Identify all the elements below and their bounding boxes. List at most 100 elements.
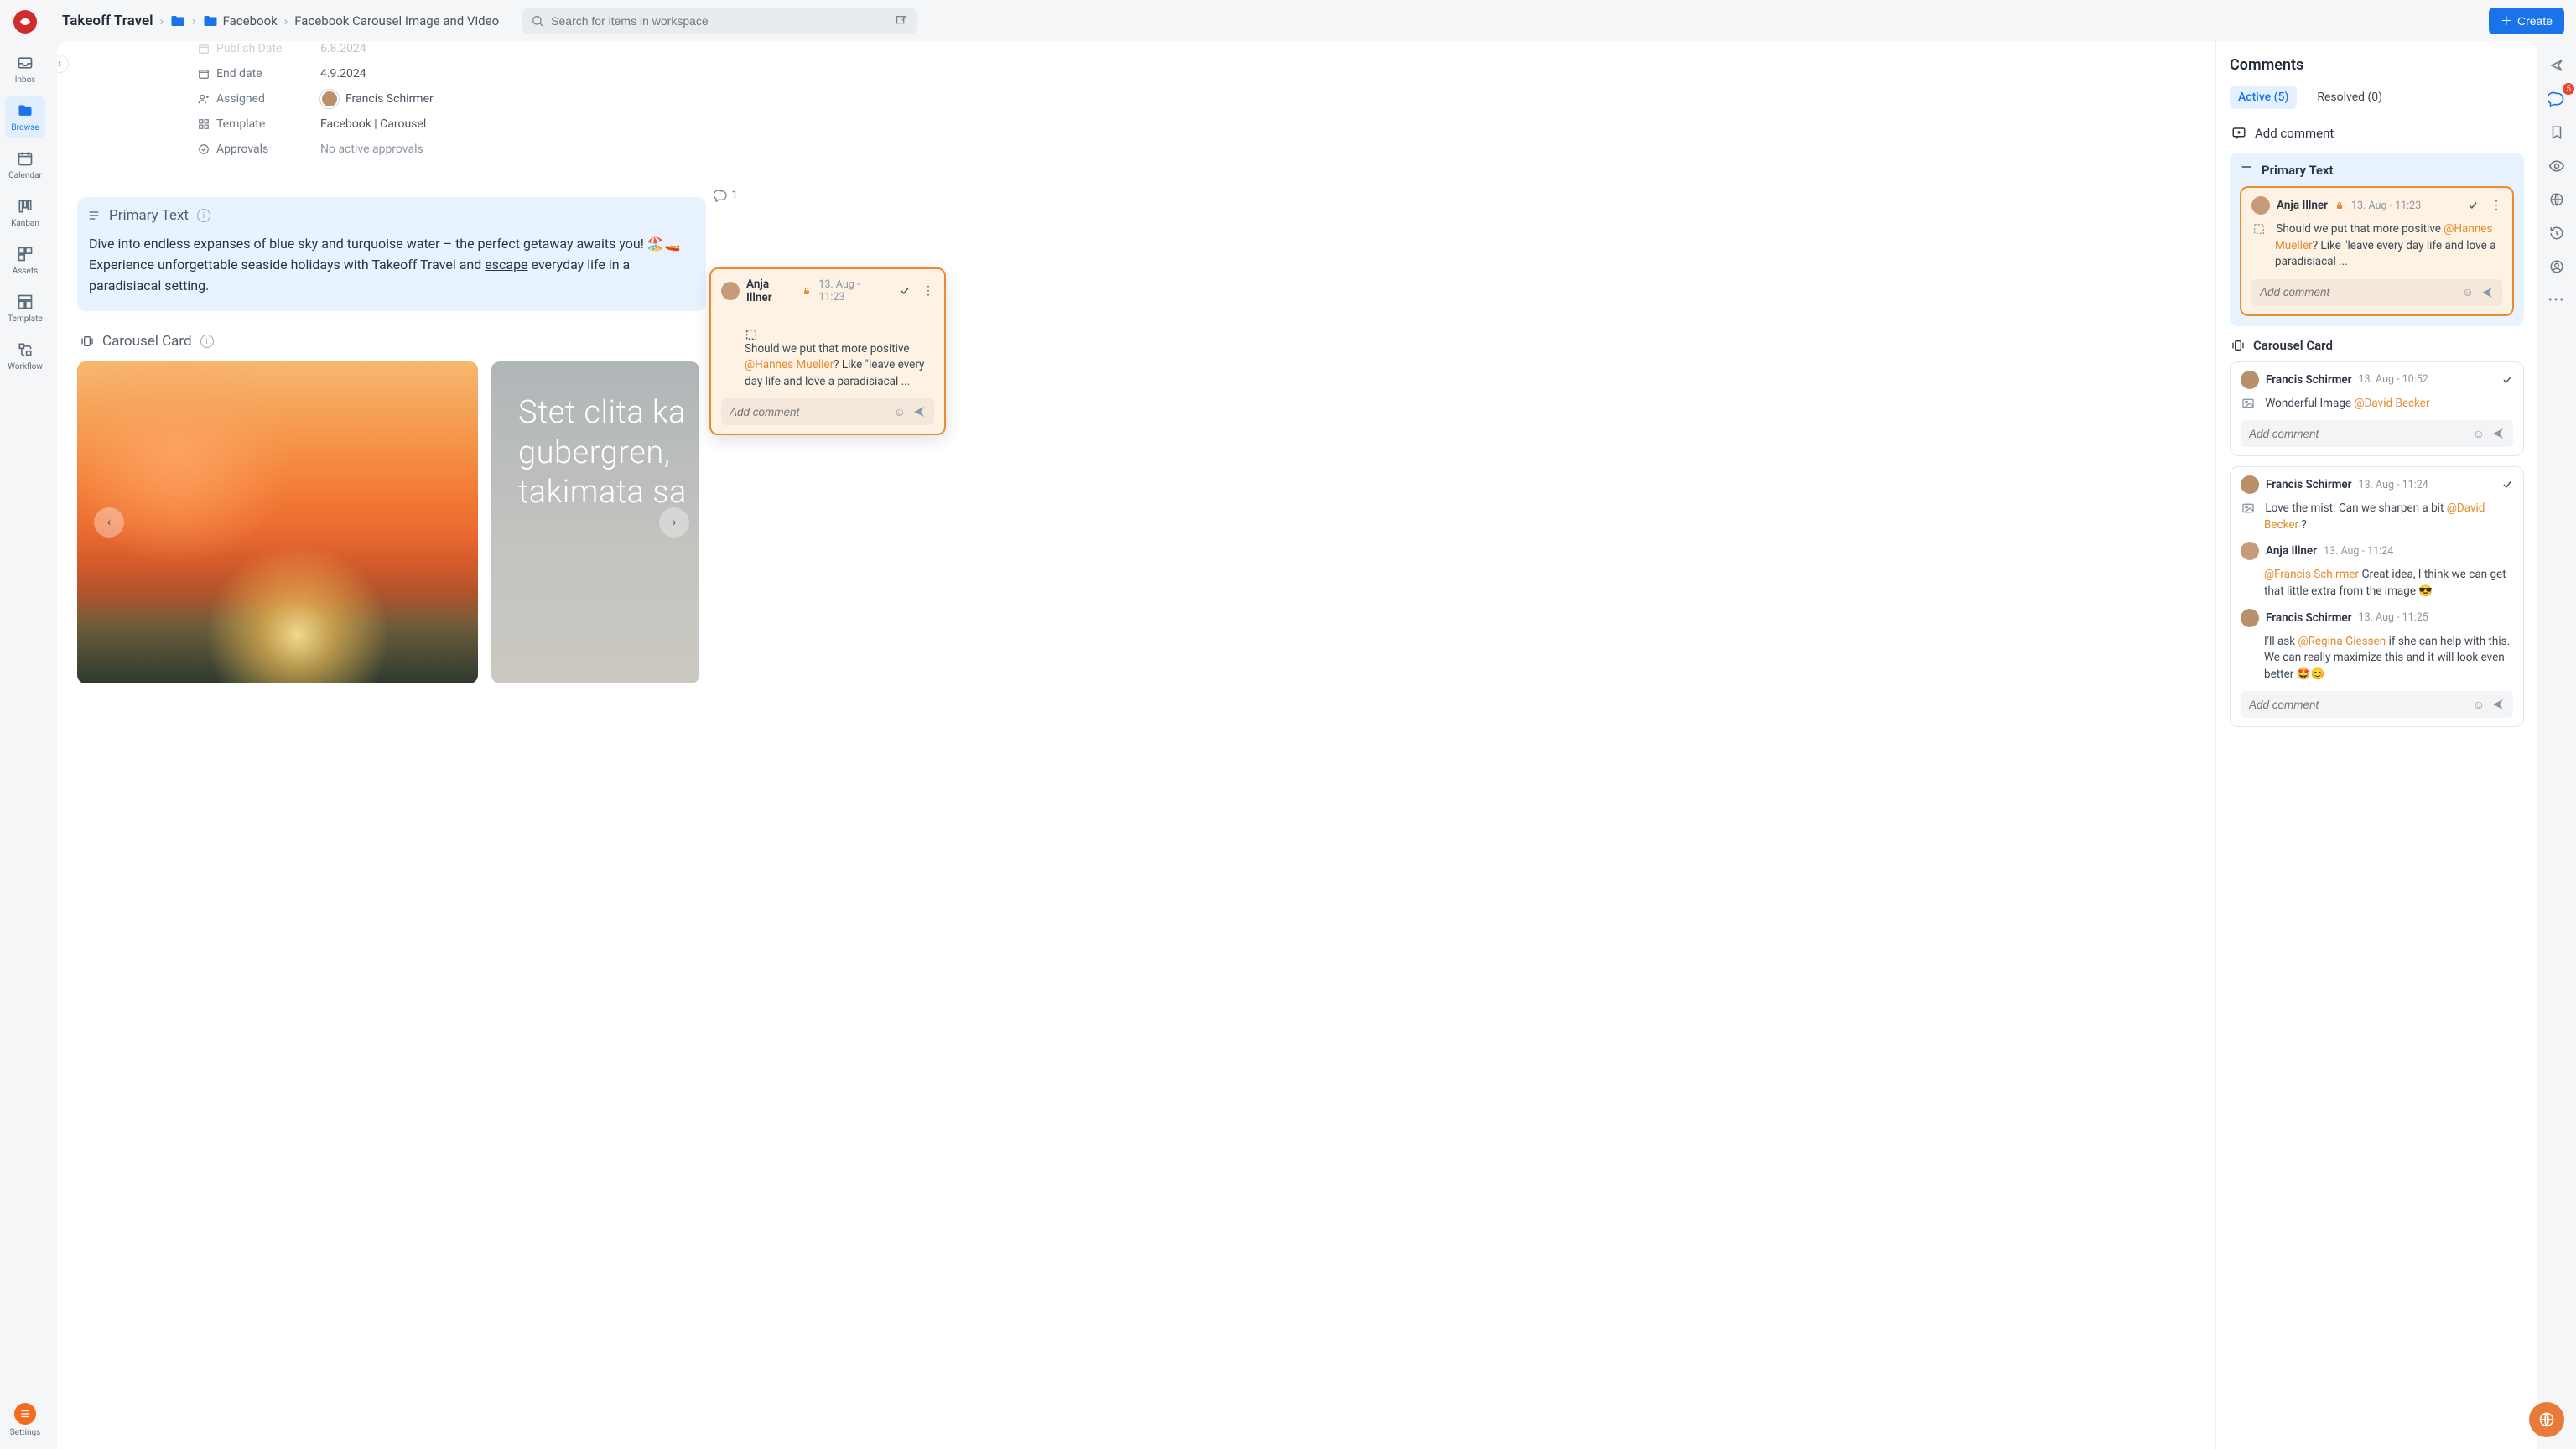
info-icon[interactable]: i: [197, 209, 210, 222]
app-logo[interactable]: [13, 10, 37, 34]
crumb-facebook-folder[interactable]: Facebook: [203, 13, 278, 29]
popover-reply-input[interactable]: [730, 406, 891, 418]
nav-settings[interactable]: Settings: [10, 1403, 41, 1437]
nav-browse-label: Browse: [11, 123, 39, 132]
comment-item[interactable]: Francis Schirmer 13. Aug - 10:52 Wonderf…: [2230, 361, 2524, 457]
comments-badge: 5: [2563, 83, 2574, 95]
primary-text-section[interactable]: 1 Primary Text i Dive into endless expan…: [77, 197, 706, 311]
carousel-icon: [2231, 339, 2245, 352]
avatar: [2241, 475, 2259, 494]
resolve-check-icon[interactable]: [2467, 200, 2479, 211]
comment-item[interactable]: Anja Illner 13. Aug - 11:23 ⋮ Should we …: [2240, 186, 2514, 316]
create-button[interactable]: ＋ Create: [2489, 8, 2564, 34]
history-icon[interactable]: [2547, 224, 2566, 242]
popover-message: Should we put that more positive @Hannes…: [745, 311, 934, 390]
primary-comment-count[interactable]: 1: [714, 189, 738, 202]
workspace-name[interactable]: Takeoff Travel: [62, 13, 153, 29]
comment-thread[interactable]: Francis Schirmer 13. Aug - 11:24 Love th…: [2230, 466, 2524, 727]
more-horizontal-icon[interactable]: •••: [2547, 291, 2566, 309]
emoji-icon[interactable]: ☺: [2470, 698, 2488, 712]
nav-calendar[interactable]: Calendar: [5, 144, 45, 185]
search-box[interactable]: [522, 8, 917, 34]
meta-template-value: Facebook | Carousel: [320, 117, 426, 131]
item-meta: Publish Date 6.8.2024 End date 4.9.2024 …: [195, 41, 2195, 162]
nav-calendar-label: Calendar: [8, 171, 42, 180]
comment-reply-input[interactable]: [2249, 428, 2470, 440]
nav-workflow[interactable]: Workflow: [5, 335, 45, 377]
plus-icon: ＋: [2501, 13, 2512, 29]
search-input[interactable]: [544, 14, 895, 28]
comment-reply-line[interactable]: ☺: [2241, 691, 2513, 718]
nav-inbox[interactable]: Inbox: [5, 49, 45, 90]
carousel-card-1[interactable]: [77, 361, 478, 683]
bookmark-icon[interactable]: [2547, 123, 2566, 142]
popover-timestamp: 13. Aug - 11:23: [818, 278, 886, 304]
nav-kanban-label: Kanban: [11, 219, 39, 228]
globe-icon[interactable]: [2547, 190, 2566, 209]
comment-reply-line[interactable]: ☺: [2241, 420, 2513, 447]
add-comment-button[interactable]: Add comment: [2230, 119, 2524, 153]
comments-icon[interactable]: 5: [2547, 90, 2566, 108]
comment-reply-input[interactable]: [2260, 286, 2459, 299]
nav-template[interactable]: Template: [5, 288, 45, 329]
template-icon: [16, 293, 34, 311]
send-icon[interactable]: [2488, 427, 2508, 440]
nav-kanban[interactable]: Kanban: [5, 192, 45, 233]
inbox-icon: [16, 54, 34, 72]
comments-title: Comments: [2230, 56, 2524, 74]
emoji-icon[interactable]: ☺: [891, 405, 909, 419]
crumb-starred-folder[interactable]: [170, 15, 185, 27]
meta-assigned-label: Assigned: [216, 92, 265, 106]
search-icon: [531, 14, 544, 28]
comment-group-carousel: Carousel Card Francis Schirmer 13. Aug -…: [2230, 338, 2524, 745]
open-external-icon[interactable]: [895, 14, 908, 28]
selection-icon: [745, 328, 934, 341]
help-fab[interactable]: [2529, 1402, 2564, 1437]
send-icon[interactable]: [2477, 286, 2497, 299]
popover-add-comment[interactable]: ☺: [721, 398, 934, 425]
meta-end-value: 4.9.2024: [320, 67, 366, 80]
nav-inbox-label: Inbox: [15, 75, 35, 85]
crumb-current-item[interactable]: Facebook Carousel Image and Video: [294, 13, 499, 29]
nav-assets[interactable]: Assets: [5, 240, 45, 281]
avatar: [2241, 542, 2259, 560]
avatar: [2241, 371, 2259, 389]
meta-assigned-value[interactable]: Francis Schirmer: [320, 90, 434, 108]
comment-group-primary-text: Primary Text Anja Illner 13. Aug - 11:23…: [2230, 153, 2524, 326]
emoji-icon[interactable]: ☺: [2459, 285, 2477, 299]
tab-active[interactable]: Active (5): [2230, 86, 2297, 109]
send-icon[interactable]: [2488, 698, 2508, 711]
visibility-icon[interactable]: [2547, 157, 2566, 175]
profile-icon[interactable]: [2547, 257, 2566, 276]
resolve-check-icon[interactable]: [2501, 374, 2513, 386]
avatar: [320, 90, 339, 108]
chevron-right-icon: ›: [160, 13, 164, 29]
resolve-check-icon[interactable]: [2501, 479, 2513, 491]
meta-publish-label: Publish Date: [216, 42, 282, 55]
right-tool-rail: 5 •••: [2537, 41, 2576, 1449]
assets-icon: [16, 245, 34, 263]
nav-browse[interactable]: Browse: [5, 96, 45, 138]
emoji-icon[interactable]: ☺: [2470, 427, 2488, 441]
comments-panel: Comments Active (5) Resolved (0) Add com…: [2215, 41, 2537, 1449]
comment-reply-input[interactable]: [2249, 699, 2470, 711]
nav-workflow-label: Workflow: [8, 362, 43, 371]
primary-text-body[interactable]: Dive into endless expanses of blue sky a…: [77, 234, 706, 311]
carousel-next-button[interactable]: ›: [659, 507, 689, 538]
carousel-prev-button[interactable]: ‹: [94, 507, 124, 538]
resolve-check-icon[interactable]: [899, 285, 911, 297]
avatar: [721, 282, 740, 300]
info-icon[interactable]: i: [200, 335, 214, 348]
more-icon[interactable]: ⋮: [922, 284, 934, 298]
comment-reply-line[interactable]: ☺: [2251, 279, 2502, 306]
meta-end-label: End date: [216, 67, 262, 80]
meta-template-label: Template: [216, 117, 265, 131]
carousel-title: Carousel Card: [102, 333, 192, 350]
top-bar: Takeoff Travel › › Facebook › Facebook C…: [50, 0, 2576, 41]
share-icon[interactable]: [2547, 56, 2566, 75]
meta-approvals-value: No active approvals: [320, 143, 423, 156]
more-icon[interactable]: ⋮: [2490, 199, 2502, 212]
tab-resolved[interactable]: Resolved (0): [2309, 86, 2391, 109]
popover-author: Anja Illner: [746, 278, 795, 304]
send-icon[interactable]: [909, 405, 929, 418]
